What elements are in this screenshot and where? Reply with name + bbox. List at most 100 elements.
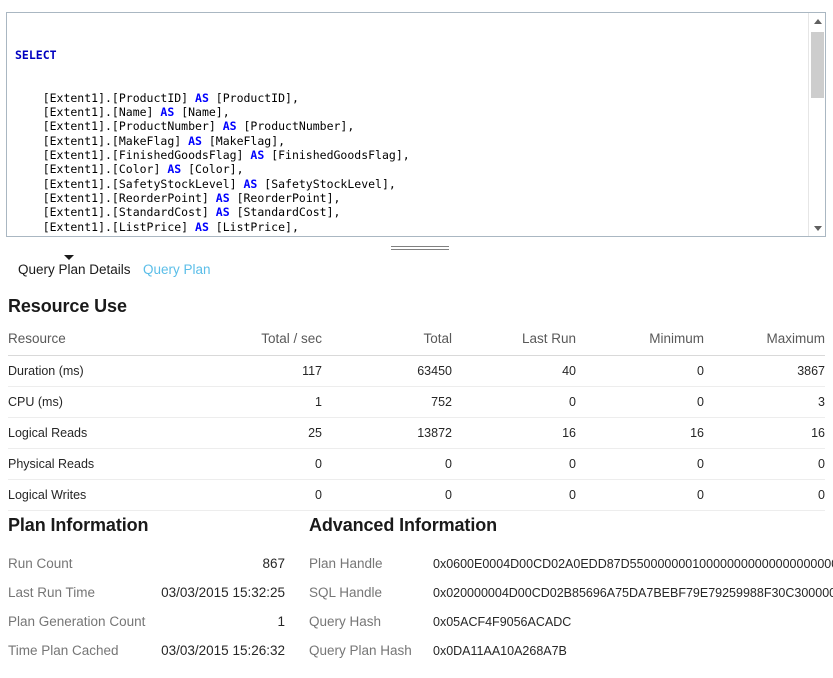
sql-line: [Extent1].[Color] AS [Color], xyxy=(15,162,803,176)
sql-vertical-scrollbar[interactable] xyxy=(808,13,825,236)
info-row: SQL Handle0x020000004D00CD02B85696A75DA7… xyxy=(309,585,833,614)
sql-keyword-as: AS xyxy=(216,205,230,219)
sql-line: [Extent1].[FinishedGoodsFlag] AS [Finish… xyxy=(15,148,803,162)
info-value[interactable]: 0x020000004D00CD02B85696A75DA7BEBF79E792… xyxy=(433,586,833,600)
table-header-row: Resource Total / sec Total Last Run Mini… xyxy=(8,328,825,356)
tab-bar: Query Plan Details Query Plan xyxy=(0,252,833,280)
info-label: Plan Handle xyxy=(309,556,433,571)
info-label: Query Plan Hash xyxy=(309,643,433,658)
sql-line-list: [Extent1].[ProductID] AS [ProductID], [E… xyxy=(15,91,803,237)
cell-last-run: 40 xyxy=(452,356,576,387)
cell-resource: Duration (ms) xyxy=(8,356,194,387)
sql-keyword-as: AS xyxy=(223,119,237,133)
sql-keyword-as: AS xyxy=(195,91,209,105)
cell-minimum: 0 xyxy=(576,387,704,418)
cell-minimum: 16 xyxy=(576,418,704,449)
cell-last-run: 16 xyxy=(452,418,576,449)
info-row: Query Hash0x05ACF4F9056ACADC xyxy=(309,614,833,643)
cell-total-per-sec: 25 xyxy=(194,418,322,449)
sql-line: [Extent1].[MakeFlag] AS [MakeFlag], xyxy=(15,134,803,148)
sql-line: [Extent1].[Size] AS [Size], xyxy=(15,234,803,237)
sql-keyword-as: AS xyxy=(195,220,209,234)
info-row: Run Count867 xyxy=(8,556,285,585)
cell-last-run: 0 xyxy=(452,449,576,480)
cell-total: 0 xyxy=(322,480,452,511)
sql-line-select: SELECT xyxy=(15,48,803,62)
column-header-maximum[interactable]: Maximum xyxy=(704,328,825,356)
sql-line: [Extent1].[ReorderPoint] AS [ReorderPoin… xyxy=(15,191,803,205)
cell-last-run: 0 xyxy=(452,480,576,511)
cell-maximum: 3867 xyxy=(704,356,825,387)
sql-keyword-select: SELECT xyxy=(15,48,57,62)
info-label: SQL Handle xyxy=(309,585,433,600)
cell-total-per-sec: 0 xyxy=(194,480,322,511)
column-header-resource[interactable]: Resource xyxy=(8,328,194,356)
column-header-total[interactable]: Total xyxy=(322,328,452,356)
info-row: Plan Handle0x0600E0004D00CD02A0EDD87D550… xyxy=(309,556,833,585)
table-row[interactable]: Logical Writes00000 xyxy=(8,480,825,511)
resource-use-table: Resource Total / sec Total Last Run Mini… xyxy=(8,328,825,511)
sql-keyword-as: AS xyxy=(160,234,174,237)
cell-total: 0 xyxy=(322,449,452,480)
info-label: Plan Generation Count xyxy=(8,614,156,629)
info-value[interactable]: 03/03/2015 15:32:25 xyxy=(156,585,285,600)
cell-minimum: 0 xyxy=(576,449,704,480)
scroll-up-arrow-icon[interactable] xyxy=(809,13,826,29)
info-value[interactable]: 0x0600E0004D00CD02A0EDD87D55000000010000… xyxy=(433,557,833,571)
plan-information-heading: Plan Information xyxy=(8,515,148,536)
scroll-down-arrow-icon[interactable] xyxy=(809,220,826,236)
advanced-information-heading: Advanced Information xyxy=(309,515,497,536)
cell-minimum: 0 xyxy=(576,356,704,387)
info-value[interactable]: 0x05ACF4F9056ACADC xyxy=(433,615,833,629)
sql-line: [Extent1].[ProductID] AS [ProductID], xyxy=(15,91,803,105)
table-row[interactable]: Duration (ms)117634504003867 xyxy=(8,356,825,387)
chevron-down-icon[interactable] xyxy=(64,255,74,260)
info-value[interactable]: 867 xyxy=(156,556,285,571)
sql-keyword-as: AS xyxy=(160,105,174,119)
info-value[interactable]: 03/03/2015 15:26:32 xyxy=(156,643,285,658)
tab-query-plan[interactable]: Query Plan xyxy=(143,262,211,277)
sql-keyword-as: AS xyxy=(167,162,181,176)
info-label: Query Hash xyxy=(309,614,433,629)
column-header-last-run[interactable]: Last Run xyxy=(452,328,576,356)
cell-maximum: 3 xyxy=(704,387,825,418)
sql-line: [Extent1].[StandardCost] AS [StandardCos… xyxy=(15,205,803,219)
plan-information-list: Run Count867Last Run Time03/03/2015 15:3… xyxy=(8,556,285,672)
cell-total: 13872 xyxy=(322,418,452,449)
cell-resource: Physical Reads xyxy=(8,449,194,480)
info-value[interactable]: 1 xyxy=(156,614,285,629)
cell-total-per-sec: 117 xyxy=(194,356,322,387)
advanced-information-list: Plan Handle0x0600E0004D00CD02A0EDD87D550… xyxy=(309,556,833,672)
cell-maximum: 0 xyxy=(704,480,825,511)
info-row: Time Plan Cached03/03/2015 15:26:32 xyxy=(8,643,285,672)
table-row[interactable]: Physical Reads00000 xyxy=(8,449,825,480)
cell-resource: CPU (ms) xyxy=(8,387,194,418)
sql-keyword-as: AS xyxy=(188,134,202,148)
column-header-minimum[interactable]: Minimum xyxy=(576,328,704,356)
info-label: Last Run Time xyxy=(8,585,156,600)
tab-query-plan-details[interactable]: Query Plan Details xyxy=(18,262,131,277)
info-label: Run Count xyxy=(8,556,156,571)
cell-total: 752 xyxy=(322,387,452,418)
cell-total-per-sec: 0 xyxy=(194,449,322,480)
sql-keyword-as: AS xyxy=(216,191,230,205)
sql-line: [Extent1].[SafetyStockLevel] AS [SafetyS… xyxy=(15,177,803,191)
cell-minimum: 0 xyxy=(576,480,704,511)
resource-use-heading: Resource Use xyxy=(8,296,127,317)
cell-total-per-sec: 1 xyxy=(194,387,322,418)
table-row[interactable]: CPU (ms)1752003 xyxy=(8,387,825,418)
info-row: Last Run Time03/03/2015 15:32:25 xyxy=(8,585,285,614)
column-header-total-per-sec[interactable]: Total / sec xyxy=(194,328,322,356)
cell-resource: Logical Writes xyxy=(8,480,194,511)
panel-splitter-handle[interactable] xyxy=(391,245,449,251)
table-row[interactable]: Logical Reads2513872161616 xyxy=(8,418,825,449)
cell-maximum: 16 xyxy=(704,418,825,449)
sql-query-panel[interactable]: SELECT [Extent1].[ProductID] AS [Product… xyxy=(6,12,826,237)
sql-line: [Extent1].[Name] AS [Name], xyxy=(15,105,803,119)
scrollbar-thumb[interactable] xyxy=(811,32,824,98)
info-row: Plan Generation Count1 xyxy=(8,614,285,643)
sql-line: [Extent1].[ProductNumber] AS [ProductNum… xyxy=(15,119,803,133)
sql-code-text[interactable]: SELECT [Extent1].[ProductID] AS [Product… xyxy=(15,19,803,237)
info-value[interactable]: 0x0DA11AA10A268A7B xyxy=(433,644,833,658)
cell-maximum: 0 xyxy=(704,449,825,480)
